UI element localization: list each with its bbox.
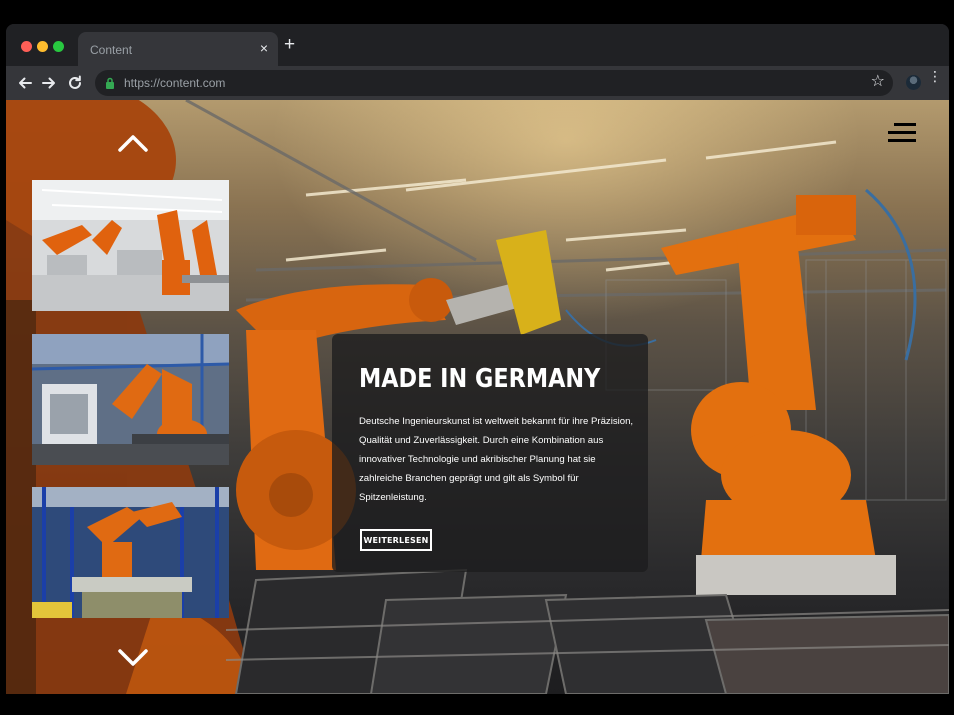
tab-strip: Content × + [6,24,949,66]
close-window-button[interactable] [21,41,32,52]
profile-avatar[interactable] [906,75,921,90]
chevron-up-icon[interactable] [117,133,149,153]
address-bar[interactable]: https://content.com ☆ [95,70,893,96]
thumbnail-robot-welding[interactable] [32,334,229,465]
minimize-window-button[interactable] [37,41,48,52]
tab-close-icon[interactable]: × [260,41,268,55]
url-text[interactable]: https://content.com [124,76,225,90]
page-viewport: MADE IN GERMANY Deutsche Ingenieurskunst… [6,100,949,694]
hero-card: MADE IN GERMANY Deutsche Ingenieurskunst… [332,334,648,572]
new-tab-button[interactable]: + [284,35,295,54]
hamburger-menu-icon[interactable] [888,123,916,143]
reload-icon[interactable] [66,74,84,92]
lock-icon [106,77,114,89]
browser-menu-icon[interactable]: ⋮ [928,69,942,83]
browser-window: Content × + https://content.com ☆ ⋮ MADE… [6,24,949,694]
thumbnail-robot-line[interactable] [32,180,229,311]
tab-content[interactable]: Content × [78,32,278,66]
read-more-button[interactable]: WEITERLESEN [360,529,432,551]
bookmark-star-icon[interactable]: ☆ [871,73,885,91]
back-arrow-icon[interactable] [16,74,34,92]
tab-title: Content [90,43,133,57]
browser-toolbar: https://content.com ☆ ⋮ [6,66,949,100]
forward-arrow-icon[interactable] [40,74,58,92]
hero-description: Deutsche Ingenieurskunst ist weltweit be… [359,416,634,503]
maximize-window-button[interactable] [53,41,64,52]
thumbnail-robot-assembly[interactable] [32,487,229,618]
hero-title: MADE IN GERMANY [359,364,601,394]
chevron-down-icon[interactable] [117,648,149,668]
